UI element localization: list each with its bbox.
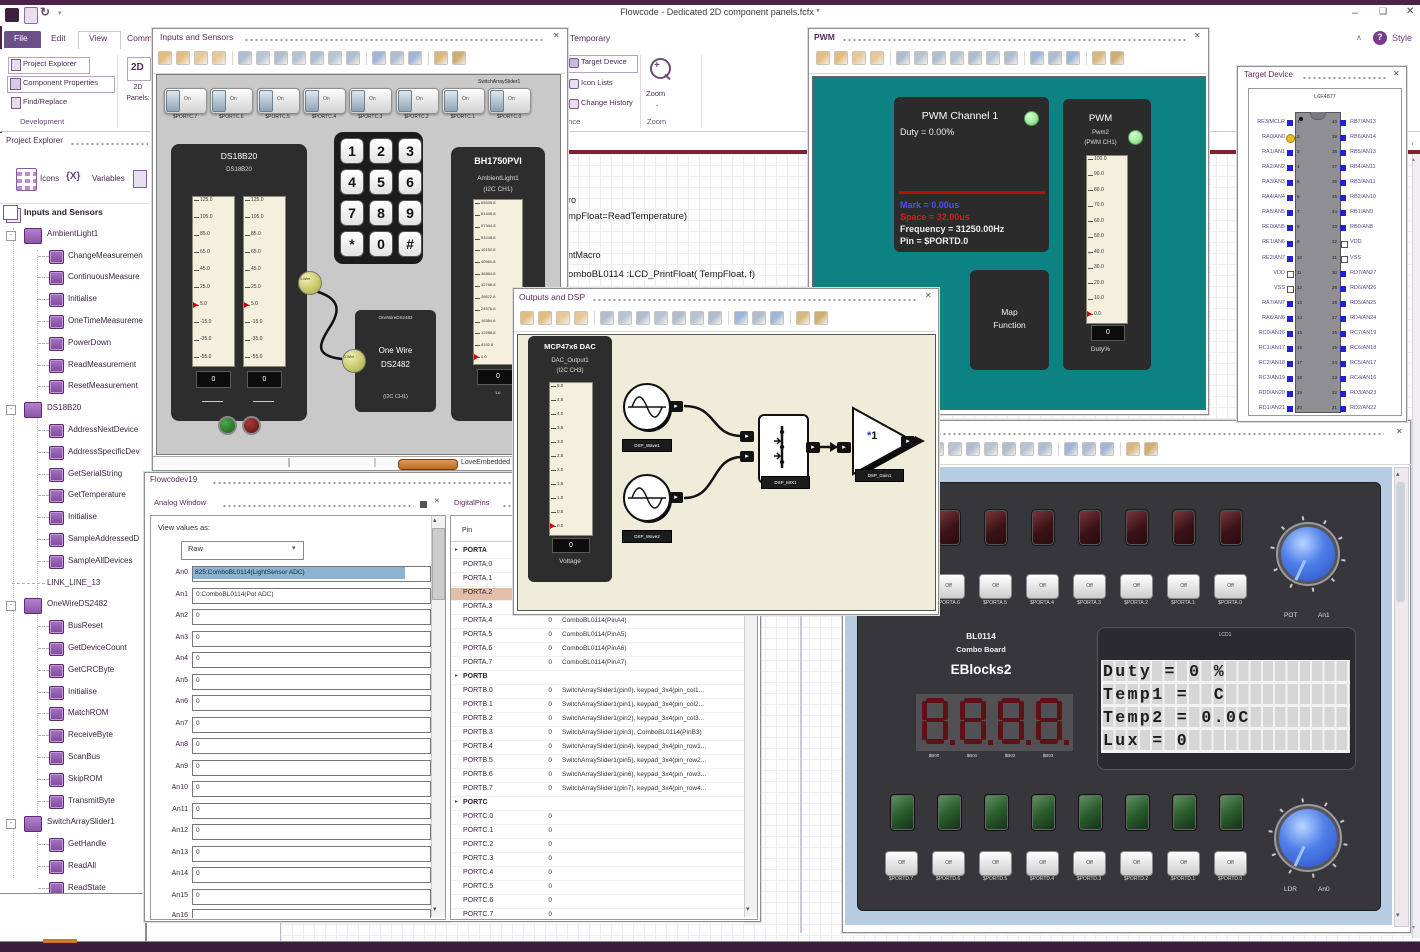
svg-text:*1: *1 (867, 430, 877, 442)
